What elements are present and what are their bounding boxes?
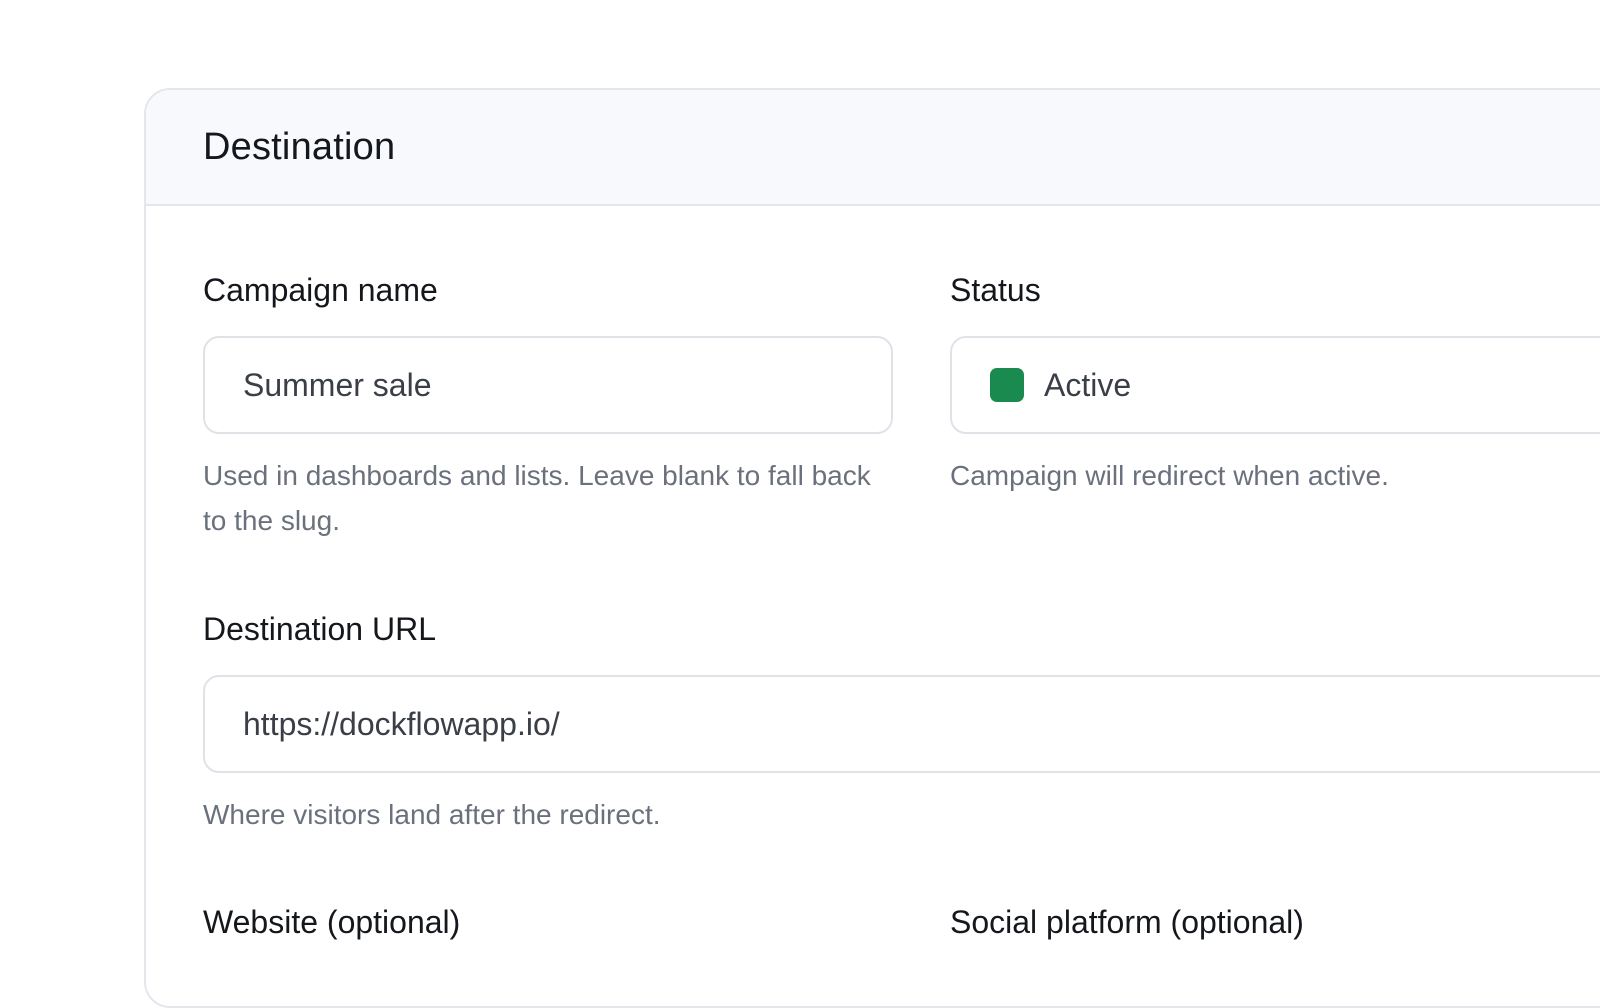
destination-card: Destination Campaign name Used in dashbo… — [144, 88, 1600, 1008]
status-indicator — [990, 368, 1024, 402]
destination-url-field[interactable] — [203, 675, 1600, 773]
status-value: Active — [1044, 366, 1132, 403]
campaign-name-field[interactable] — [203, 336, 893, 434]
website-label: Website (optional) — [203, 904, 461, 940]
social-platform-label: Social platform (optional) — [950, 904, 1304, 940]
card-header: Destination — [146, 90, 1600, 206]
destination-url-input[interactable] — [243, 705, 1600, 743]
destination-url-label: Destination URL — [203, 611, 436, 647]
campaign-name-help: Used in dashboards and lists. Leave blan… — [203, 460, 871, 536]
card-title: Destination — [203, 126, 396, 168]
campaign-name-input[interactable] — [243, 366, 891, 404]
status-select[interactable]: Active — [950, 336, 1600, 434]
status-label: Status — [950, 272, 1041, 308]
campaign-name-label: Campaign name — [203, 272, 438, 308]
status-help: Campaign will redirect when active. — [950, 460, 1389, 491]
destination-url-help: Where visitors land after the redirect. — [203, 799, 661, 830]
